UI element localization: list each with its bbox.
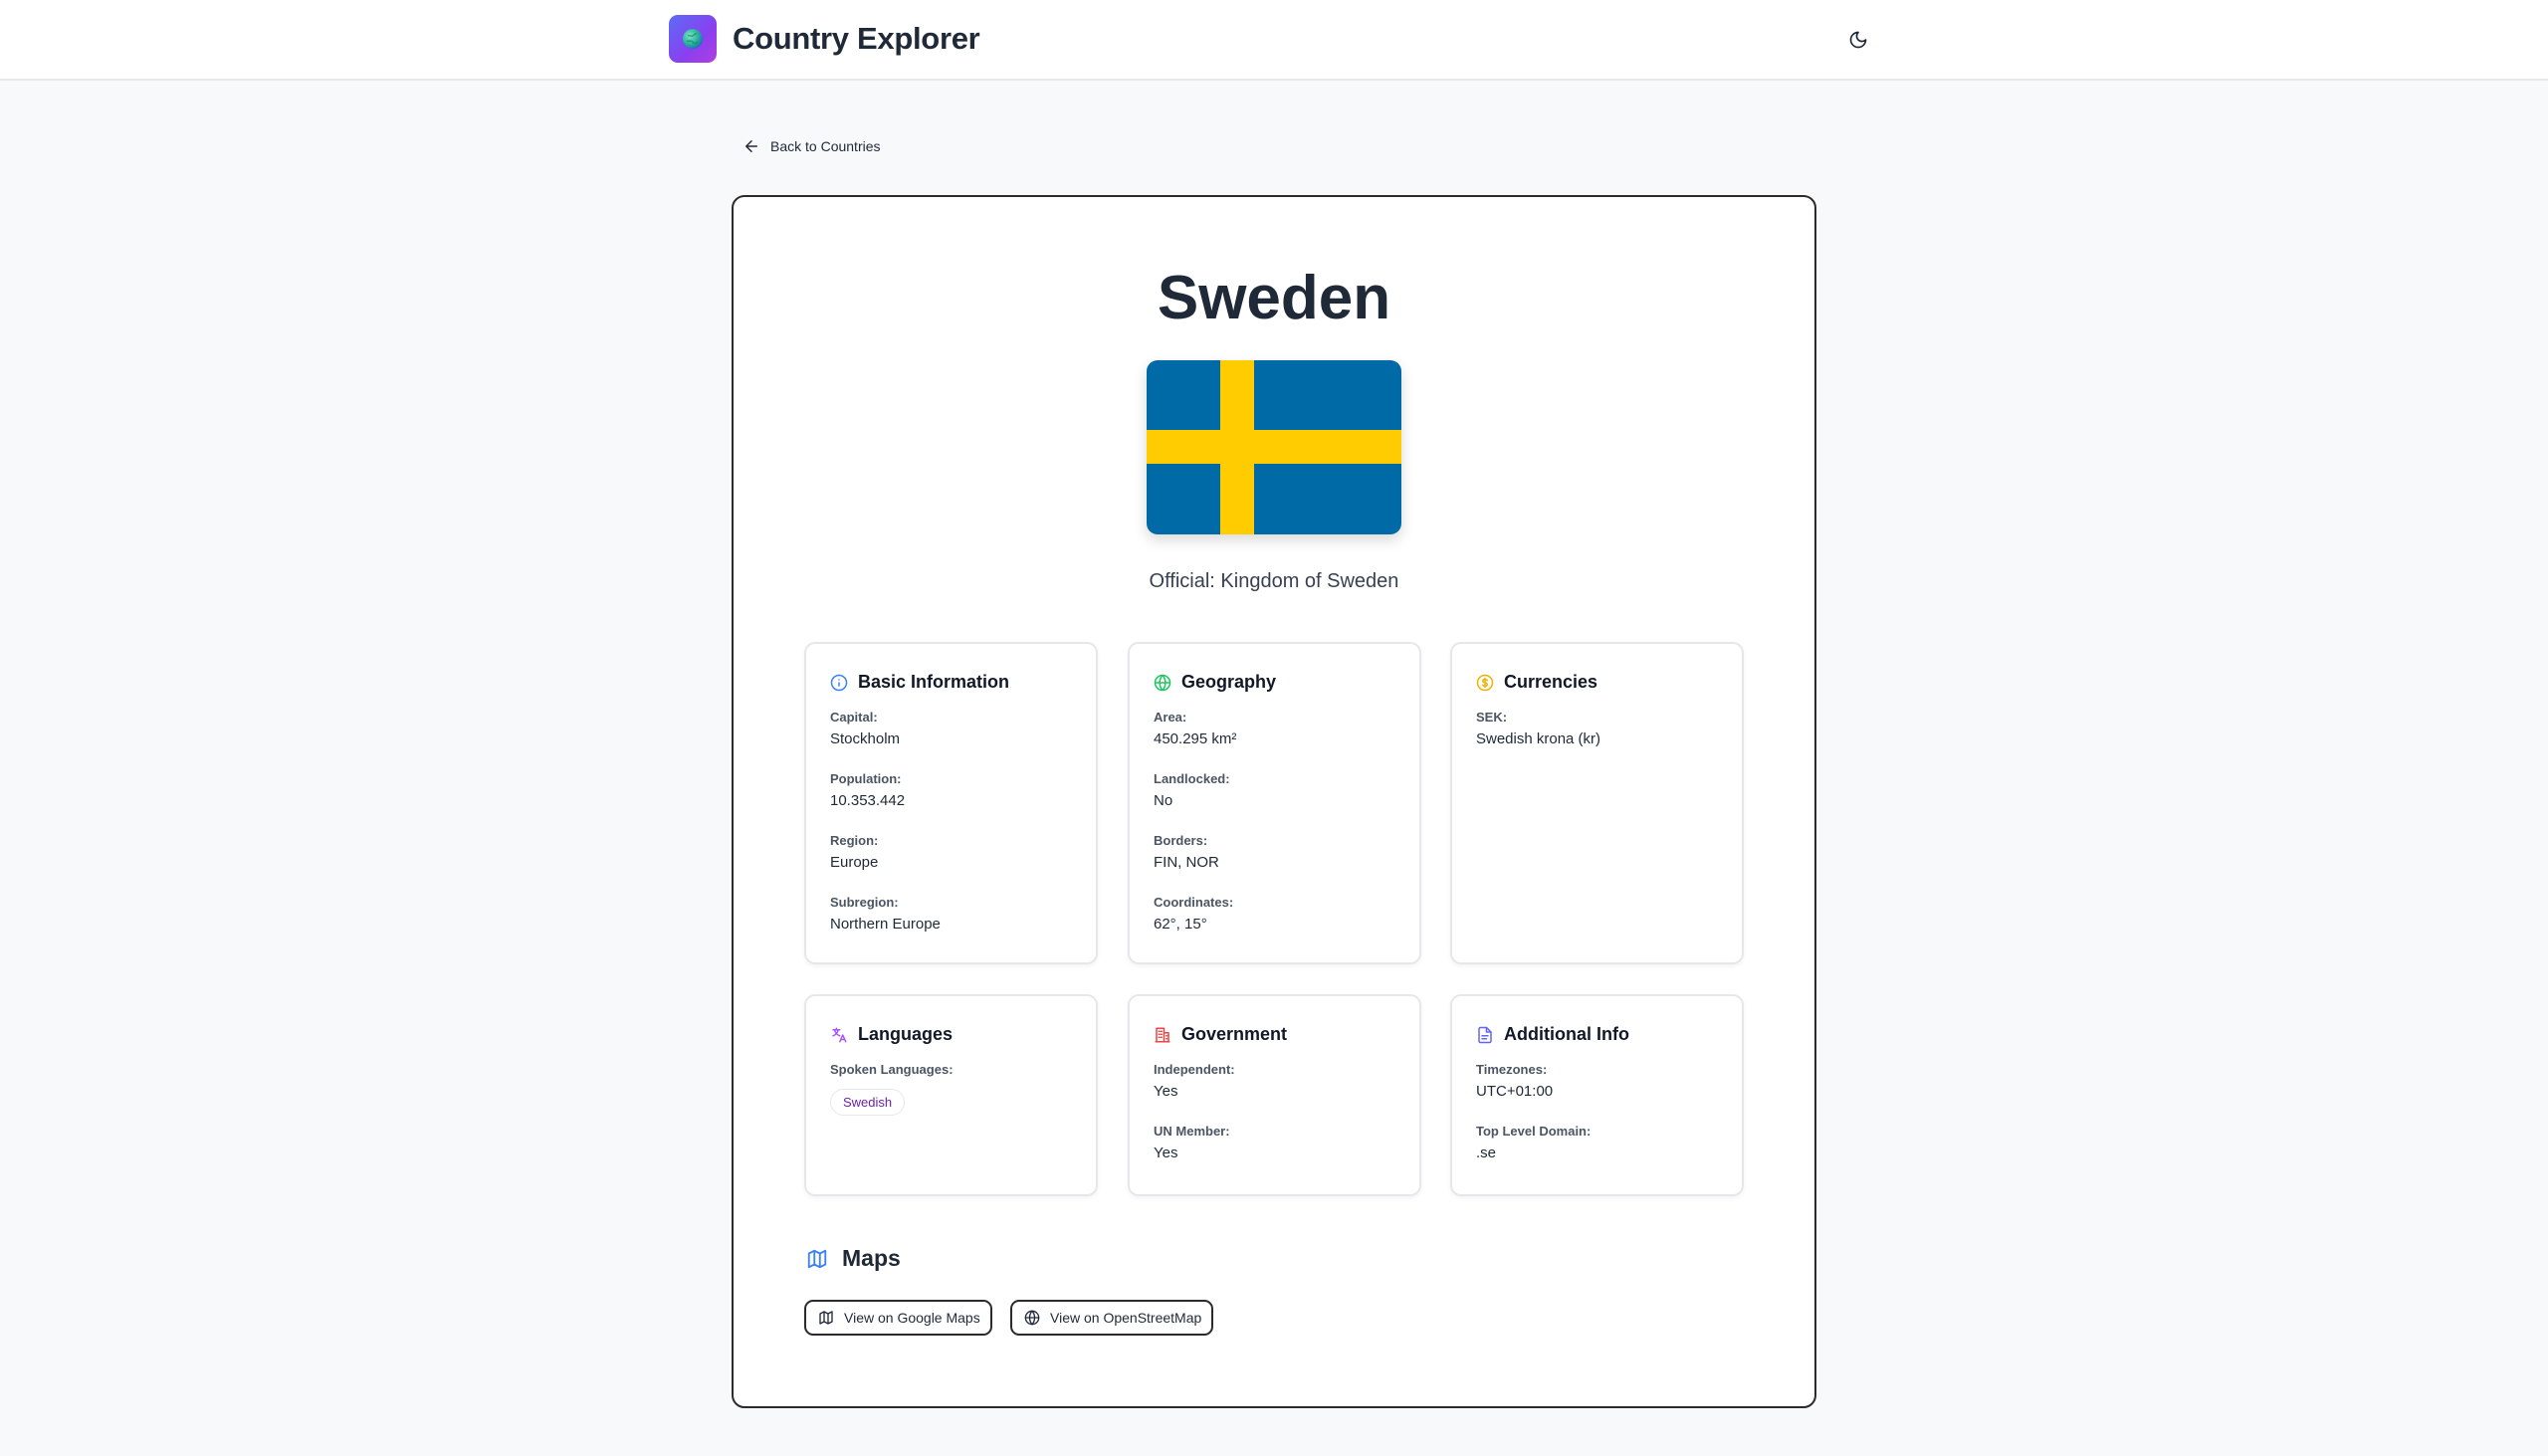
country-name: Sweden — [1157, 264, 1391, 332]
google-maps-label: View on Google Maps — [844, 1310, 980, 1326]
globe-icon — [1154, 674, 1171, 692]
landlocked-value: No — [1154, 792, 1173, 809]
info-icon — [830, 674, 848, 692]
capital-value: Stockholm — [830, 730, 901, 747]
population-value: 10.353.442 — [830, 792, 906, 809]
languages-card: Languages Spoken Languages: Swedish — [804, 994, 1098, 1196]
moon-icon — [1849, 31, 1867, 49]
app-logo[interactable] — [669, 15, 717, 63]
borders-value: FIN, NOR — [1154, 854, 1219, 871]
translate-icon — [830, 1026, 848, 1044]
independent-label: Independent: — [1154, 1062, 1235, 1077]
maps-section-header: Maps — [806, 1245, 901, 1272]
government-card: Government Independent: Yes UN Member: Yes — [1128, 994, 1421, 1196]
card-title: Currencies — [1504, 672, 1598, 692]
spoken-languages-label: Spoken Languages: — [830, 1062, 954, 1077]
subregion-value: Northern Europe — [830, 916, 941, 933]
country-flag — [1147, 360, 1401, 534]
map-icon — [819, 1311, 833, 1325]
card-title: Basic Information — [858, 672, 1010, 692]
currency-name-value: Swedish krona (kr) — [1476, 730, 1601, 747]
openstreetmap-button[interactable]: View on OpenStreetMap — [1010, 1300, 1214, 1336]
top-navbar: Country Explorer — [0, 0, 2548, 81]
population-label: Population: — [830, 771, 902, 786]
official-name: Official: Kingdom of Sweden — [1149, 570, 1399, 592]
tld-label: Top Level Domain: — [1476, 1124, 1592, 1139]
building-icon — [1154, 1026, 1171, 1044]
back-to-countries-button[interactable]: Back to Countries — [735, 130, 891, 162]
card-title: Additional Info — [1504, 1024, 1629, 1044]
area-label: Area: — [1154, 710, 1187, 725]
arrow-left-icon — [745, 140, 757, 152]
subregion-label: Subregion: — [830, 895, 899, 910]
card-title: Languages — [858, 1024, 954, 1044]
back-label: Back to Countries — [770, 138, 881, 154]
region-value: Europe — [830, 854, 879, 871]
google-maps-button[interactable]: View on Google Maps — [804, 1300, 992, 1336]
coordinates-value: 62°, 15° — [1154, 916, 1207, 933]
theme-toggle-button[interactable] — [1843, 25, 1873, 55]
un-member-value: Yes — [1154, 1144, 1178, 1161]
globe-icon — [683, 29, 703, 49]
tld-value: .se — [1476, 1144, 1497, 1161]
language-tag: Swedish — [830, 1089, 906, 1116]
area-value: 450.295 km² — [1154, 730, 1237, 747]
card-title: Geography — [1181, 672, 1277, 692]
globe-icon — [1024, 1310, 1040, 1326]
coin-icon — [1476, 674, 1494, 692]
additional-info-card: Additional Info Timezones: UTC+01:00 Top … — [1450, 994, 1744, 1196]
maps-title: Maps — [842, 1245, 901, 1271]
card-title: Government — [1181, 1024, 1288, 1044]
basic-information-card: Basic Information Capital: Stockholm Popu… — [804, 642, 1098, 964]
currency-code-label: SEK: — [1476, 710, 1508, 725]
coordinates-label: Coordinates: — [1154, 895, 1234, 910]
map-icon — [807, 1249, 827, 1268]
capital-label: Capital: — [830, 710, 878, 725]
independent-value: Yes — [1154, 1083, 1178, 1100]
region-label: Region: — [830, 833, 879, 848]
un-member-label: UN Member: — [1154, 1124, 1230, 1139]
document-icon — [1476, 1026, 1494, 1044]
openstreetmap-label: View on OpenStreetMap — [1050, 1310, 1202, 1326]
timezones-value: UTC+01:00 — [1476, 1083, 1554, 1100]
geography-card: Geography Area: 450.295 km² Landlocked: No… — [1128, 642, 1421, 964]
timezones-label: Timezones: — [1476, 1062, 1548, 1077]
borders-label: Borders: — [1154, 833, 1208, 848]
currencies-card: Currencies SEK: Swedish krona (kr) — [1450, 642, 1744, 964]
landlocked-label: Landlocked: — [1154, 771, 1230, 786]
app-title: Country Explorer — [733, 21, 980, 56]
